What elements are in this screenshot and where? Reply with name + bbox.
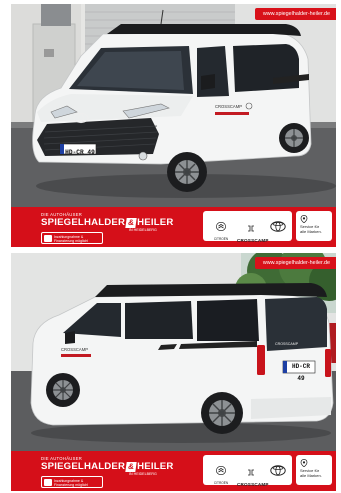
brand-name-right: HEILER bbox=[137, 461, 174, 472]
finance-card-icon bbox=[44, 479, 52, 486]
citroen-caption: CITROËN bbox=[213, 481, 229, 485]
brand-logos-box: CITROËN CROSSCAMP bbox=[203, 455, 292, 487]
crosscamp-logo-icon bbox=[248, 225, 254, 232]
finance-card-icon bbox=[44, 235, 52, 242]
website-url-badge[interactable]: www.spiegelhalder-heiler.de bbox=[254, 8, 336, 20]
finance-line-2: Finanzierung möglich! bbox=[54, 482, 89, 487]
dealer-brand-name: SPIEGELHALDER & HEILER bbox=[41, 461, 174, 472]
brand-location: IN HEIDELBERG bbox=[129, 228, 157, 232]
finance-notice: Inzahlungnahme & Finanzierung möglich! bbox=[41, 476, 103, 488]
dealer-banner: DIE AUTOHÄUSER SPIEGELHALDER & HEILER IN H… bbox=[11, 207, 336, 247]
brand-logos-box: CITROËN CROSSCAMP bbox=[203, 211, 292, 243]
citroen-logo-icon bbox=[216, 465, 226, 476]
dealer-brand-name: SPIEGELHALDER & HEILER bbox=[41, 217, 174, 228]
brand-name-left: SPIEGELHALDER bbox=[41, 461, 126, 472]
brand-name-left: SPIEGELHALDER bbox=[41, 217, 126, 228]
brand-name-right: HEILER bbox=[137, 217, 174, 228]
crosscamp-logo: CROSSCAMP bbox=[237, 219, 269, 243]
license-plate-rear: HD-CR 49 bbox=[291, 363, 310, 382]
website-url-badge[interactable]: www.spiegelhalder-heiler.de bbox=[254, 257, 336, 269]
brand-location: IN HEIDELBERG bbox=[129, 472, 157, 476]
brand-amp-icon: & bbox=[125, 462, 137, 472]
crosscamp-logo-icon bbox=[248, 469, 254, 476]
crosscamp-label: CROSSCAMP bbox=[237, 482, 269, 487]
service-notice: Service für alle Marken. bbox=[296, 211, 332, 241]
photo-rear-view: CROSSCAMP CROSSCAMP HD-CR 49 www.spiegel… bbox=[11, 253, 336, 491]
svg-text:CROSSCAMP: CROSSCAMP bbox=[61, 347, 88, 352]
toyota-logo bbox=[268, 463, 288, 481]
finance-notice: Inzahlungnahme & Finanzierung möglich! bbox=[41, 232, 103, 244]
svg-text:CROSSCAMP: CROSSCAMP bbox=[215, 104, 242, 109]
service-pin-icon bbox=[300, 215, 308, 223]
toyota-logo-icon bbox=[270, 465, 286, 476]
brand-amp-icon: & bbox=[125, 218, 137, 228]
citroen-logo-icon bbox=[216, 221, 226, 232]
toyota-logo-icon bbox=[270, 221, 286, 232]
citroen-logo: CITROËN bbox=[210, 462, 232, 485]
citroen-caption: CITROËN bbox=[213, 237, 229, 241]
license-plate-front: HD-CR 49 bbox=[65, 149, 95, 156]
service-line-2: alle Marken. bbox=[300, 228, 322, 234]
svg-text:CROSSCAMP: CROSSCAMP bbox=[275, 342, 299, 346]
dealer-banner: DIE AUTOHÄUSER SPIEGELHALDER & HEILER IN H… bbox=[11, 451, 336, 491]
finance-line-2: Finanzierung möglich! bbox=[54, 238, 89, 243]
service-line-2: alle Marken. bbox=[300, 472, 322, 478]
toyota-logo bbox=[268, 219, 288, 237]
citroen-logo: CITROËN bbox=[210, 218, 232, 241]
crosscamp-label: CROSSCAMP bbox=[237, 238, 269, 243]
service-pin-icon bbox=[300, 459, 308, 467]
service-notice: Service für alle Marken. bbox=[296, 455, 332, 485]
crosscamp-logo: CROSSCAMP bbox=[237, 463, 269, 487]
photo-front-view: CROSSCAMP HD-CR 49 www.spiegelhalder-hei… bbox=[11, 4, 336, 247]
